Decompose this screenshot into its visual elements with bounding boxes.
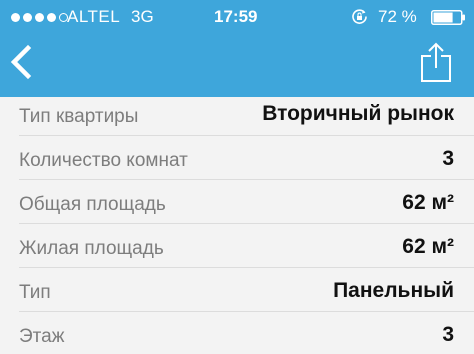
header: ALTEL 3G 17:59 72 %: [0, 0, 474, 97]
detail-row: Тип квартиры Вторичный рынок: [19, 97, 474, 136]
detail-row: Жилая площадь 62 м²: [19, 224, 474, 268]
signal-strength-icon: [11, 13, 68, 22]
detail-value: Панельный: [333, 279, 454, 302]
detail-label: Тип: [19, 282, 51, 303]
signal-dot: [47, 13, 56, 22]
rotation-lock-icon: [352, 9, 367, 24]
detail-row: Количество комнат 3: [19, 136, 474, 180]
detail-value: 3: [442, 323, 454, 346]
network-type: 3G: [131, 7, 154, 26]
details-list: Тип квартиры Вторичный рынок Количество ко…: [0, 97, 474, 354]
detail-row: Общая площадь 62 м²: [19, 180, 474, 224]
share-icon: [421, 42, 451, 82]
detail-value: 62 м²: [402, 191, 454, 214]
detail-label: Общая площадь: [19, 194, 166, 215]
share-button[interactable]: [419, 41, 453, 83]
carrier-name: ALTEL: [67, 7, 121, 26]
detail-label: Количество комнат: [19, 150, 188, 171]
detail-label: Жилая площадь: [19, 238, 164, 259]
battery-percentage: 72 %: [378, 7, 417, 26]
detail-value: 62 м²: [402, 235, 454, 258]
detail-label: Этаж: [19, 326, 65, 347]
status-time: 17:59: [214, 7, 258, 26]
detail-value: 3: [442, 147, 454, 170]
status-bar: ALTEL 3G 17:59 72 %: [0, 0, 474, 34]
signal-dot: [35, 13, 44, 22]
chevron-left-icon: [10, 44, 32, 80]
battery-icon: [431, 10, 465, 25]
detail-value: Вторичный рынок: [262, 102, 454, 125]
back-button[interactable]: [6, 44, 38, 80]
detail-row: Этаж 3: [19, 312, 474, 354]
signal-dot: [11, 13, 20, 22]
detail-row: Тип Панельный: [19, 268, 474, 312]
battery-fill: [433, 12, 453, 23]
detail-label: Тип квартиры: [19, 106, 139, 127]
signal-dot: [23, 13, 32, 22]
